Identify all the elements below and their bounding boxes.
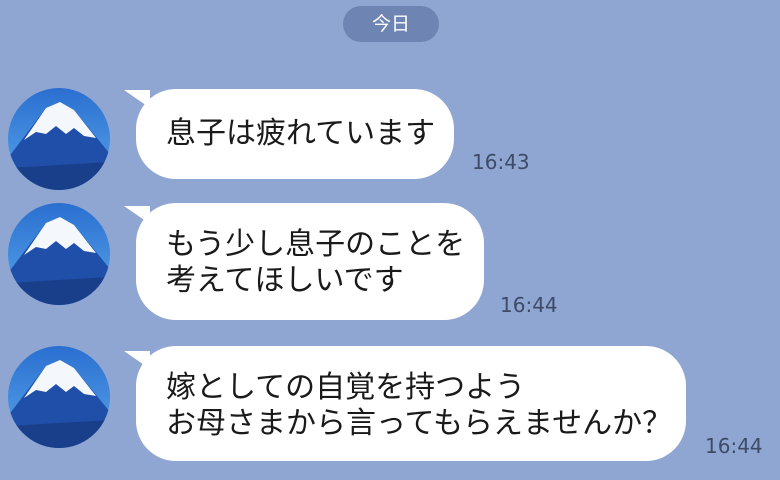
message-time: 16:44: [705, 434, 763, 458]
message-line: 考えてほしいです: [166, 263, 404, 298]
message-line: もう少し息子のことを: [166, 227, 466, 262]
message-line: お母さまから言ってもらえませんか？: [166, 406, 673, 441]
message-bubble[interactable]: 息子は疲れています: [136, 89, 454, 179]
mount-fuji-avatar-icon[interactable]: [8, 203, 110, 305]
mount-fuji-avatar-icon[interactable]: [8, 88, 110, 190]
message-time: 16:43: [472, 150, 530, 174]
message-bubble[interactable]: 嫁としての自覚を持つよう お母さまから言ってもらえませんか？: [136, 346, 686, 461]
message-time: 16:44: [500, 293, 558, 317]
message-line: 嫁としての自覚を持つよう: [166, 370, 526, 405]
chat-view: 今日 息子は疲れています 16:43 もう少し息子のことを 考えてほしいです 1…: [0, 0, 780, 480]
message-bubble[interactable]: もう少し息子のことを 考えてほしいです: [136, 203, 484, 320]
mount-fuji-avatar-icon[interactable]: [8, 346, 110, 448]
message-line: 息子は疲れています: [166, 116, 436, 151]
date-divider: 今日: [343, 6, 439, 42]
